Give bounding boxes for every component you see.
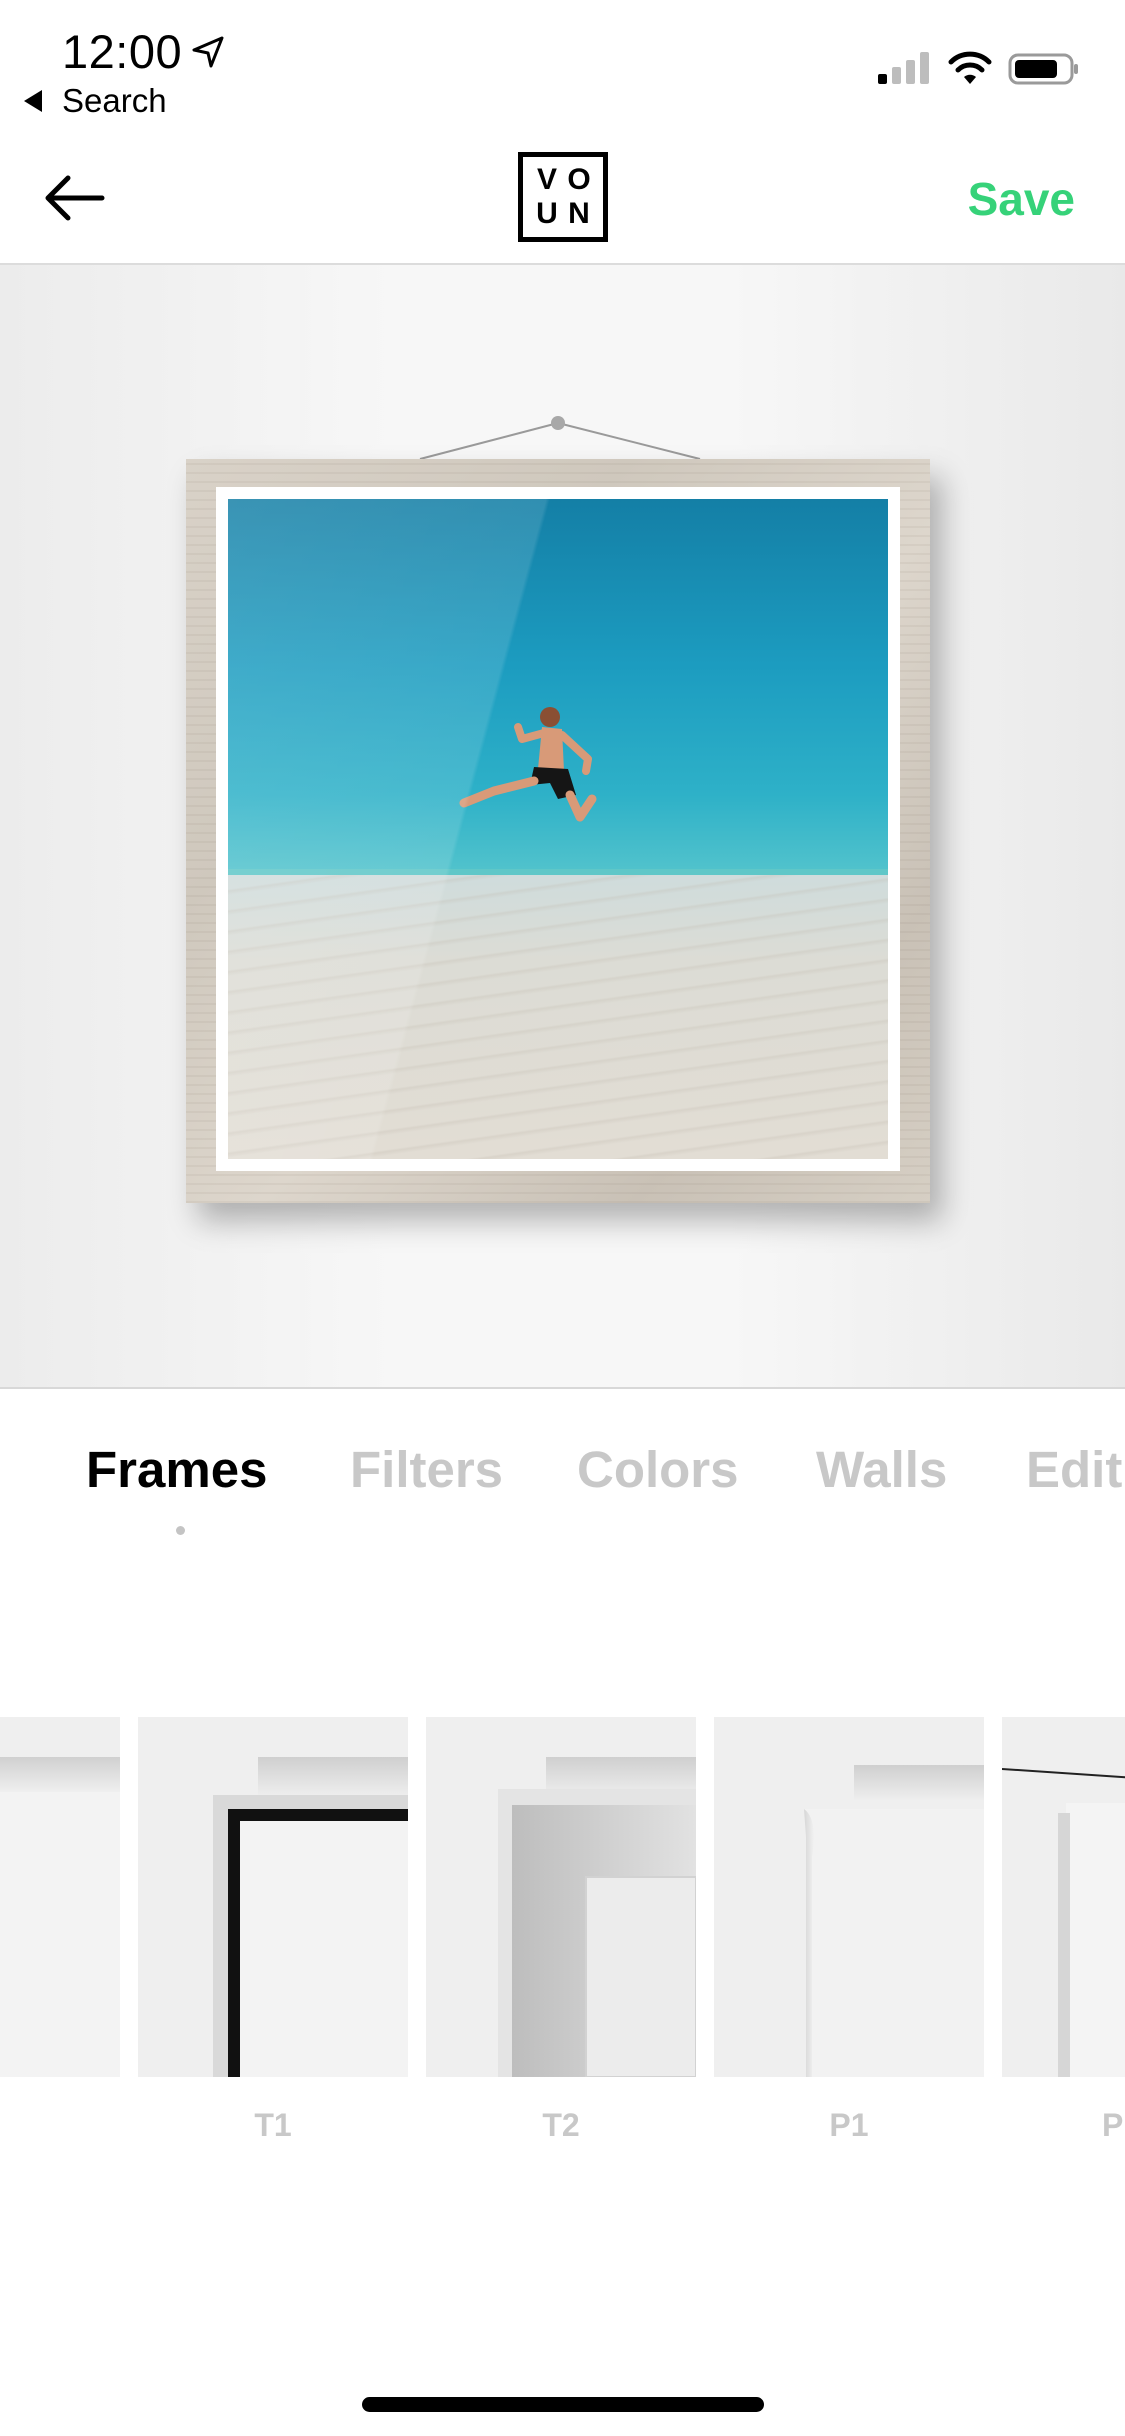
wifi-icon <box>948 51 992 84</box>
frame-option-p[interactable] <box>1002 1717 1125 2077</box>
back-app-label: Search <box>62 82 167 119</box>
tool-tabs: Frames Filters Colors Walls Edit <box>0 1440 1125 1530</box>
frame-preview-icon <box>426 1717 696 2077</box>
arrow-left-icon[interactable] <box>40 170 110 226</box>
frame-preview-icon <box>714 1717 984 2077</box>
frame-preview-icon <box>0 1717 120 2077</box>
home-indicator[interactable] <box>362 2397 764 2412</box>
logo-letter: N <box>568 197 590 230</box>
frame-mat <box>216 487 900 1171</box>
frame-preview-icon <box>138 1717 408 2077</box>
battery-icon <box>1008 53 1078 85</box>
tab-edit[interactable]: Edit <box>1026 1440 1122 1499</box>
frame-label-t1: T1 <box>254 2107 292 2137</box>
frame-carousel[interactable]: T1 T2 P1 P <box>0 1717 1125 2137</box>
tab-walls[interactable]: Walls <box>816 1440 947 1499</box>
voun-logo: V O U N <box>518 152 608 242</box>
tab-filters[interactable]: Filters <box>350 1440 503 1499</box>
location-arrow-icon <box>192 36 224 68</box>
status-time: 12:00 <box>62 25 183 78</box>
frame-option-t1[interactable] <box>138 1717 408 2077</box>
frame-option[interactable] <box>0 1717 120 2077</box>
frame-label-t2: T2 <box>542 2107 580 2137</box>
logo-letter: U <box>536 197 558 230</box>
frame-option-p1[interactable] <box>714 1717 984 2077</box>
frame-label-p1: P1 <box>829 2107 869 2137</box>
frame-preview[interactable] <box>0 265 1125 1387</box>
framed-photo <box>228 499 888 1159</box>
cellular-signal-icon <box>878 52 929 84</box>
save-button[interactable]: Save <box>968 172 1075 226</box>
wooden-frame <box>186 459 930 1203</box>
tab-colors[interactable]: Colors <box>577 1440 739 1499</box>
frame-option-t2[interactable] <box>426 1717 696 2077</box>
logo-letter: O <box>567 163 591 196</box>
active-tab-indicator <box>176 1526 185 1535</box>
frame-editor-screen: 12:00 Search V O U N Save Frames Filters… <box>0 0 1125 2436</box>
frame-preview-icon <box>1002 1717 1125 2077</box>
back-triangle-icon <box>24 90 42 112</box>
preview-divider <box>0 1387 1125 1389</box>
logo-letter: V <box>536 163 557 196</box>
tab-frames[interactable]: Frames <box>86 1440 267 1499</box>
back-to-search-link[interactable]: Search <box>24 82 167 120</box>
frame-label-p: P <box>1102 2107 1124 2137</box>
